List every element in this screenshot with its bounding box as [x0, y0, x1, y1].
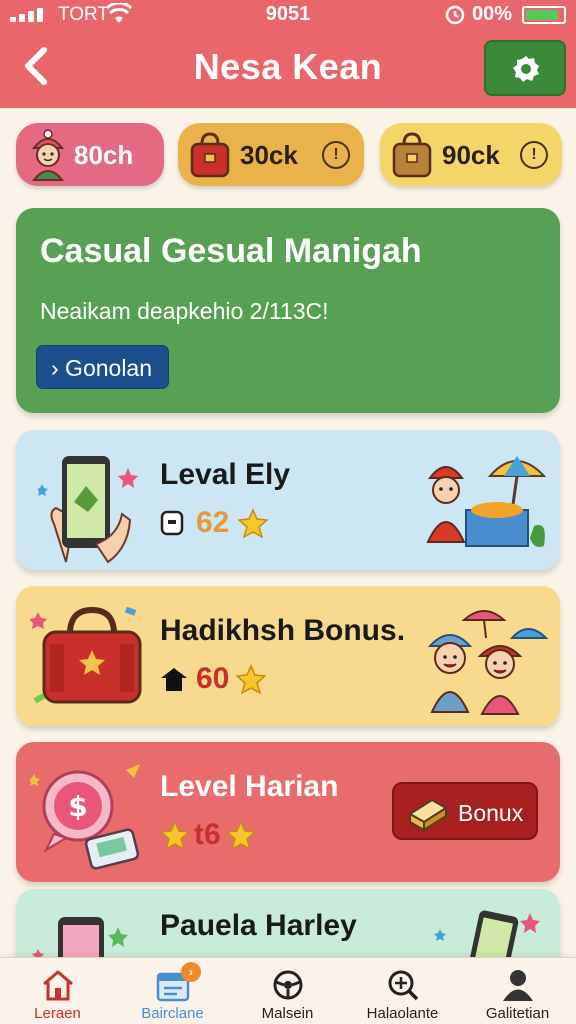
star-icon: [226, 820, 256, 850]
bag-icon: [30, 606, 142, 704]
nav-games[interactable]: Malsein: [230, 958, 345, 1024]
nav-home[interactable]: Leraen: [0, 958, 115, 1024]
alarm-icon: [445, 5, 465, 25]
coin-bubble-icon: $: [30, 764, 140, 870]
status-bar: TORT 9051 00%: [0, 0, 576, 30]
gift-box-icon: [408, 798, 448, 832]
search-add-icon: [388, 970, 419, 1001]
svg-text:$: $: [68, 790, 87, 823]
gear-icon: [513, 56, 539, 82]
card-value: 60: [196, 662, 230, 695]
house-icon: [161, 668, 187, 691]
star-icon: [236, 664, 266, 694]
daily-level-card[interactable]: $ Level Harian t6 Bonux: [16, 742, 560, 882]
nav-label: Bairclane: [141, 1005, 204, 1022]
bag-icon: [190, 132, 230, 178]
card-title: Pauela Harley: [160, 909, 357, 942]
banner-subtitle: Neaikam deapkehio 2/113C!: [40, 298, 329, 324]
currency-value: 80ch: [74, 140, 134, 170]
currency-value: 30ck: [240, 140, 298, 170]
notification-badge: ›: [181, 962, 201, 982]
currency-bag[interactable]: 30ck !: [178, 123, 364, 186]
promo-banner: Casual Gesual Manigah Neaikam deapkehio …: [16, 208, 560, 413]
avatar-icon: [31, 129, 65, 181]
star-icon: [160, 820, 190, 850]
vendor-illustration: [426, 456, 547, 547]
user-icon: [503, 970, 533, 1001]
nav-label: Leraen: [34, 1005, 81, 1022]
bottom-nav: Leraen › Bairclane Malsein Halaolante Ga…: [0, 957, 576, 1024]
info-icon[interactable]: !: [322, 141, 350, 169]
bonus-card[interactable]: Hadikhsh Bonus. 60: [16, 586, 560, 726]
nav-label: Galitetian: [485, 1005, 550, 1022]
bonus-button-label: Bonux: [458, 800, 524, 826]
battery-icon: [522, 6, 566, 24]
card-title: Hadikhsh Bonus.: [160, 614, 406, 647]
nav-label: Halaolante: [366, 1005, 439, 1022]
lock-icon: [160, 510, 184, 536]
home-icon: [43, 970, 73, 1001]
card-title: Leval Ely: [160, 458, 291, 491]
bonus-button[interactable]: Bonux: [392, 782, 538, 840]
bag-icon: [392, 132, 432, 178]
nav-label: Malsein: [261, 1005, 314, 1022]
kids-illustration: [427, 610, 549, 715]
star-icon: [238, 508, 268, 538]
currency-gems[interactable]: 80ch: [16, 123, 164, 186]
info-icon[interactable]: !: [520, 141, 548, 169]
currency-chest[interactable]: 90ck !: [380, 123, 562, 186]
nav-search[interactable]: Halaolante: [345, 958, 460, 1024]
level-card[interactable]: Leval Ely 62: [16, 430, 560, 570]
battery-percent: 00%: [472, 3, 513, 25]
app-header: TORT 9051 00% Nesa Kean: [0, 0, 576, 108]
phone-icon: [38, 456, 138, 564]
banner-button[interactable]: › Gonolan: [36, 345, 170, 389]
nav-calendar[interactable]: › Bairclane: [115, 958, 230, 1024]
steering-wheel-icon: [273, 970, 303, 1000]
card-title: Level Harian: [160, 770, 339, 803]
card-value: 62: [196, 506, 230, 539]
settings-button[interactable]: [484, 40, 566, 96]
banner-title: Casual Gesual Manigah: [40, 232, 422, 270]
nav-profile[interactable]: Galitetian: [460, 958, 575, 1024]
currency-value: 90ck: [442, 140, 500, 170]
card-value: t6: [194, 818, 221, 851]
